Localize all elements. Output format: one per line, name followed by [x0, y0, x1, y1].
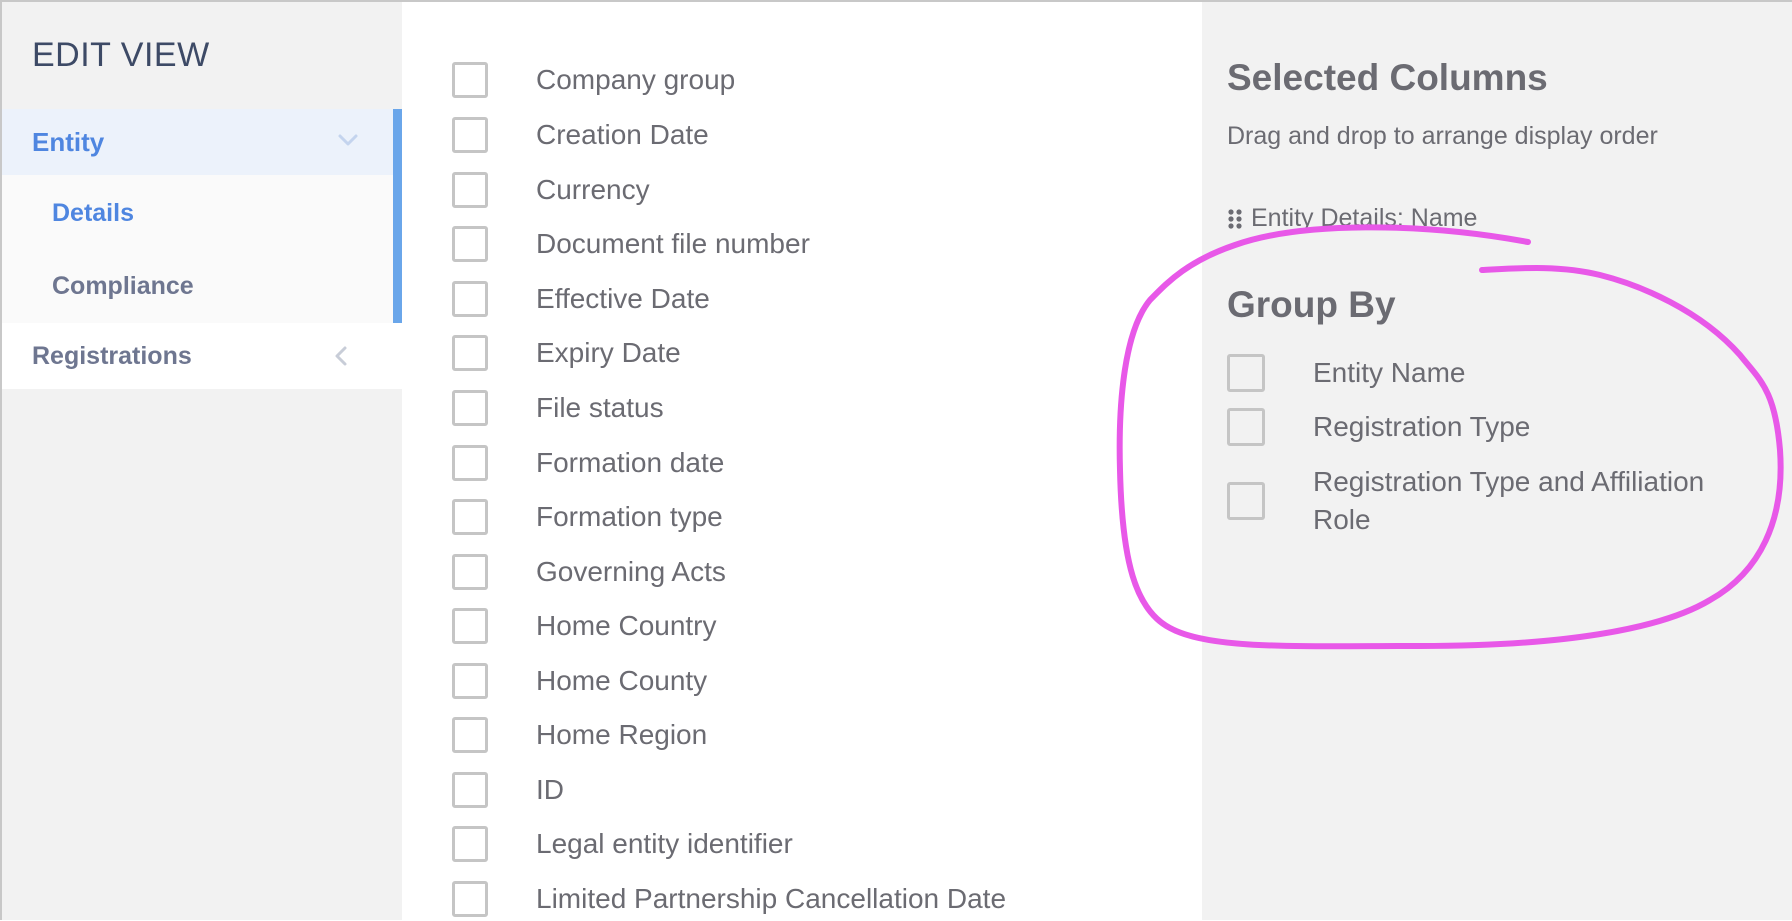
group-by-label: Entity Name	[1313, 357, 1466, 388]
selected-columns-panel: Selected Columns Drag and drop to arrang…	[1202, 0, 1792, 920]
sidebar-item-registrations[interactable]: Registrations	[0, 323, 402, 389]
column-option[interactable]: Expiry Date	[452, 331, 681, 375]
column-option[interactable]: Governing Acts	[452, 550, 726, 594]
column-option[interactable]: Creation Date	[452, 113, 709, 157]
column-option[interactable]: Currency	[452, 168, 650, 212]
column-checkbox[interactable]	[452, 226, 488, 262]
sidebar-item-entity[interactable]: Entity	[0, 109, 393, 175]
column-checkbox[interactable]	[452, 390, 488, 426]
column-option[interactable]: Document file number	[452, 222, 810, 266]
selected-columns-title: Selected Columns	[1227, 57, 1548, 98]
group-by-title: Group By	[1227, 284, 1396, 325]
column-label: Home County	[536, 665, 708, 696]
chevron-left-icon	[335, 346, 347, 366]
selected-column-item[interactable]: Entity Details: Name	[1227, 204, 1477, 233]
column-checkbox[interactable]	[452, 554, 488, 590]
column-option[interactable]: Home County	[452, 659, 707, 703]
group-by-checkbox[interactable]	[1227, 482, 1265, 520]
group-by-option[interactable]: Entity Name	[1227, 354, 1466, 392]
sidebar: EDIT VIEW Entity Details Compliance Regi…	[0, 0, 402, 920]
column-option[interactable]: Home Country	[452, 604, 717, 648]
group-by-label: Registration Type and Affiliation Role	[1313, 466, 1705, 535]
column-label: Company group	[536, 64, 736, 95]
column-label: Formation type	[536, 501, 723, 532]
column-label: File status	[536, 392, 664, 423]
column-list: Company group Creation Date Currency Doc…	[402, 0, 1202, 920]
column-option[interactable]: Home Region	[452, 713, 707, 757]
column-option[interactable]: ID	[452, 768, 564, 812]
column-checkbox[interactable]	[452, 499, 488, 535]
column-checkbox[interactable]	[452, 826, 488, 862]
column-checkbox[interactable]	[452, 717, 488, 753]
column-label: Home Country	[536, 610, 717, 641]
column-option[interactable]: File status	[452, 386, 664, 430]
column-label: Currency	[536, 174, 650, 205]
column-option[interactable]: Legal entity identifier	[452, 822, 793, 866]
group-by-checkbox[interactable]	[1227, 408, 1265, 446]
group-by-option[interactable]: Registration Type and Affiliation Role	[1227, 463, 1733, 539]
column-option[interactable]: Limited Partnership Cancellation Date	[452, 877, 1006, 921]
column-option[interactable]: Company group	[452, 58, 735, 102]
column-checkbox[interactable]	[452, 117, 488, 153]
column-option[interactable]: Formation type	[452, 495, 723, 539]
column-label: Legal entity identifier	[536, 828, 793, 859]
chevron-down-icon	[338, 134, 358, 146]
column-checkbox[interactable]	[452, 663, 488, 699]
column-checkbox[interactable]	[452, 881, 488, 917]
column-label: Home Region	[536, 719, 708, 750]
column-label: Effective Date	[536, 283, 710, 314]
column-label: Document file number	[536, 228, 810, 259]
column-label: Governing Acts	[536, 556, 726, 587]
selected-columns-hint: Drag and drop to arrange display order	[1227, 122, 1658, 150]
column-label: Formation date	[536, 447, 725, 478]
column-checkbox[interactable]	[452, 608, 488, 644]
sidebar-item-compliance[interactable]: Compliance	[52, 272, 194, 301]
column-option[interactable]: Formation date	[452, 441, 724, 485]
column-checkbox[interactable]	[452, 281, 488, 317]
column-checkbox[interactable]	[452, 445, 488, 481]
column-checkbox[interactable]	[452, 172, 488, 208]
sidebar-item-label: Registrations	[32, 342, 192, 370]
selected-column-label: Entity Details: Name	[1251, 204, 1478, 232]
drag-handle-icon[interactable]	[1227, 208, 1243, 230]
column-option[interactable]: Effective Date	[452, 277, 710, 321]
sidebar-item-label: Entity	[32, 127, 105, 157]
page-title: EDIT VIEW	[32, 36, 210, 74]
active-indicator	[393, 109, 402, 323]
column-label: ID	[536, 774, 564, 805]
column-checkbox[interactable]	[452, 62, 488, 98]
column-label: Expiry Date	[536, 337, 681, 368]
column-checkbox[interactable]	[452, 772, 488, 808]
column-checkbox[interactable]	[452, 335, 488, 371]
column-label: Creation Date	[536, 119, 709, 150]
column-label: Limited Partnership Cancellation Date	[536, 883, 1007, 914]
group-by-option[interactable]: Registration Type	[1227, 408, 1530, 446]
group-by-checkbox[interactable]	[1227, 354, 1265, 392]
group-by-label: Registration Type	[1313, 411, 1531, 442]
sidebar-item-details[interactable]: Details	[52, 199, 134, 228]
